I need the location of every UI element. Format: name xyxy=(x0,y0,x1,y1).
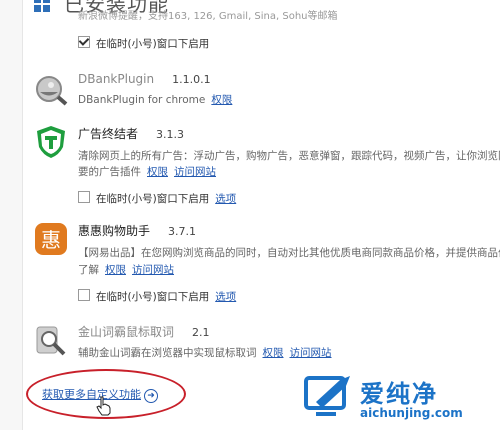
adblock-shield-icon xyxy=(37,126,65,158)
private-window-checkbox-row: 在临时(小号)窗口下启用 选项 xyxy=(78,191,236,206)
extension-description-line2: 要的广告插件 权限 访问网站 xyxy=(78,166,216,178)
extension-description: 清除网页上的所有广告：浮动广告，购物广告，恶意弹窗，跟踪代码，视频广告，让你浏览… xyxy=(78,150,500,162)
kingsoft-ciba-icon xyxy=(36,326,66,356)
extension-name: 广告终结者 3.1.3 xyxy=(78,127,185,141)
watermark-logo-icon xyxy=(304,376,350,416)
extension-description-cut: 新浪微博提醒，支持163, 126, Gmail, Sina, Sohu等邮箱 xyxy=(78,11,338,22)
permissions-link[interactable]: 权限 xyxy=(211,94,232,106)
visit-website-link[interactable]: 访问网站 xyxy=(174,166,216,178)
visit-website-link[interactable]: 访问网站 xyxy=(132,264,174,276)
checkbox-label: 在临时(小号)窗口下启用 xyxy=(96,38,210,50)
private-window-checkbox[interactable] xyxy=(78,36,90,48)
extension-description: 【网易出品】在您网购浏览商品的同时，自动对比其他优质电商同款商品价格，并提供商品… xyxy=(78,247,500,259)
options-link[interactable]: 选项 xyxy=(215,193,236,205)
permissions-link[interactable]: 权限 xyxy=(105,264,126,276)
private-window-checkbox-row: 在临时(小号)窗口下启用 xyxy=(78,36,209,51)
extension-name: 惠惠购物助手 3.7.1 xyxy=(78,224,197,238)
private-window-checkbox[interactable] xyxy=(78,191,90,203)
left-gutter xyxy=(0,0,23,430)
private-window-checkbox-row: 在临时(小号)窗口下启用 选项 xyxy=(78,289,236,304)
extension-description: 辅助金山词霸在浏览器中实现鼠标取词 权限 访问网站 xyxy=(78,347,332,359)
extension-name: 金山词霸鼠标取词 2.1 xyxy=(78,325,210,339)
arrow-right-icon: ➜ xyxy=(144,389,158,403)
permissions-link[interactable]: 权限 xyxy=(147,166,168,178)
watermark: 爱纯净 aichunjing.com xyxy=(302,368,492,426)
extension-description: DBankPlugin for chrome 权限 xyxy=(78,94,233,106)
huihui-shopping-icon: 惠 xyxy=(35,223,67,255)
dbank-magnifier-icon xyxy=(36,76,68,106)
extension-name: DBankPlugin 1.1.0.1 xyxy=(78,72,211,86)
extensions-grid-icon xyxy=(34,0,50,12)
options-link[interactable]: 选项 xyxy=(215,291,236,303)
permissions-link[interactable]: 权限 xyxy=(263,347,284,359)
watermark-title: 爱纯净 xyxy=(360,380,438,408)
svg-text:惠: 惠 xyxy=(41,228,61,252)
visit-website-link[interactable]: 访问网站 xyxy=(290,347,332,359)
private-window-checkbox[interactable] xyxy=(78,289,90,301)
extension-description-line2: 了解 权限 访问网站 xyxy=(78,264,174,276)
hand-cursor-icon xyxy=(96,396,111,416)
watermark-url: aichunjing.com xyxy=(360,406,463,420)
